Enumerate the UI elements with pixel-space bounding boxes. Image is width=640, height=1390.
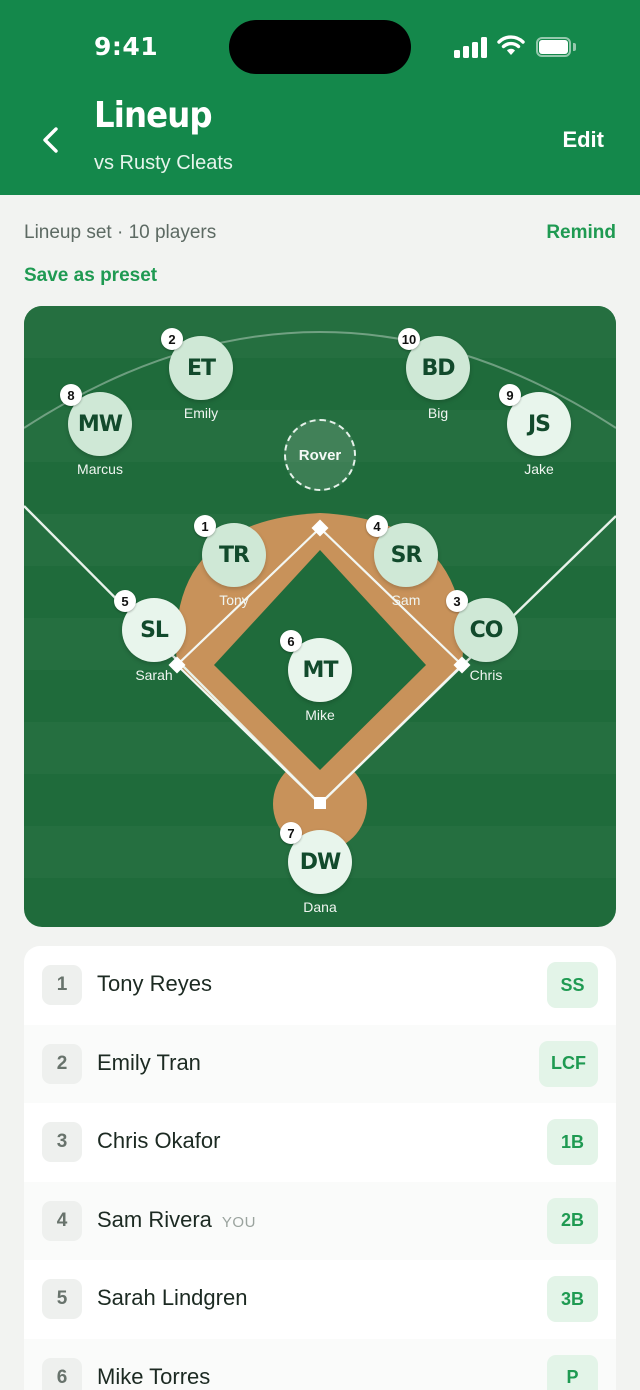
- position-badge: 2B: [547, 1197, 598, 1244]
- remind-button[interactable]: Remind: [546, 222, 616, 244]
- header: 9:41 Lineup vs Rusty Cleats Edit: [0, 0, 640, 195]
- edit-button[interactable]: Edit: [562, 127, 604, 153]
- batting-order-badge: 5: [114, 590, 136, 612]
- player-name: Jake: [524, 461, 554, 477]
- chevron-left-icon: [43, 127, 58, 153]
- player-name: Mike Torres: [97, 1363, 211, 1389]
- list-item[interactable]: 4 Sam Rivera YOU 2B: [24, 1181, 616, 1260]
- batting-order-badge: 1: [194, 515, 216, 537]
- player-name: Mike: [305, 707, 335, 723]
- you-tag: YOU: [221, 1213, 256, 1231]
- order-number: 3: [42, 1122, 82, 1162]
- player-name: Chris Okafor: [97, 1128, 221, 1153]
- player-name: Emily Tran: [97, 1049, 201, 1075]
- field-player[interactable]: MW 8 Marcus: [60, 384, 132, 477]
- dynamic-island: [229, 20, 411, 74]
- field-player[interactable]: ET 2 Emily: [161, 328, 233, 421]
- player-name: Sarah: [135, 667, 173, 683]
- opponent-subtitle: vs Rusty Cleats: [94, 152, 233, 174]
- player-name: Sarah Lindgren: [97, 1285, 248, 1310]
- order-number: 1: [42, 965, 82, 1005]
- batting-order-badge: 3: [446, 590, 468, 612]
- player-name: Big: [427, 405, 449, 421]
- field-player[interactable]: BD 10 Big: [398, 328, 470, 421]
- field-player[interactable]: TR 1 Tony: [194, 515, 266, 608]
- list-item[interactable]: 3 Chris Okafor 1B: [24, 1103, 616, 1182]
- player-name: Dana: [303, 899, 337, 915]
- save-preset-button[interactable]: Save as preset: [24, 265, 157, 287]
- batting-order-badge: 2: [161, 328, 183, 350]
- field-player[interactable]: SR 4 Sam: [366, 515, 438, 608]
- battery-icon: [536, 37, 576, 57]
- rover-spot[interactable]: Rover: [284, 419, 356, 491]
- field-player[interactable]: MT 6 Mike: [280, 630, 352, 723]
- position-badge: 3B: [547, 1276, 598, 1322]
- position-badge: 1B: [547, 1119, 598, 1165]
- list-item[interactable]: 2 Emily Tran LCF: [24, 1024, 616, 1103]
- batting-order-badge: 7: [280, 822, 302, 844]
- field-player[interactable]: DW 7 Dana: [280, 822, 352, 915]
- list-item[interactable]: 6 Mike Torres P: [24, 1338, 616, 1390]
- status-time: 9:41: [94, 32, 159, 61]
- field-diagram: Rover ET 2 Emily BD 10 Big MW 8 Marcus J…: [24, 306, 616, 927]
- list-item[interactable]: 1 Tony Reyes SS: [24, 946, 616, 1025]
- order-number: 4: [42, 1200, 82, 1241]
- order-number: 2: [42, 1043, 82, 1084]
- field-player[interactable]: SL 5 Sarah: [114, 590, 186, 683]
- page-title: Lineup: [94, 95, 213, 136]
- order-number: 5: [42, 1279, 82, 1319]
- batting-order-badge: 4: [366, 515, 388, 537]
- player-name: Tony Reyes: [97, 971, 212, 996]
- position-badge: P: [547, 1354, 598, 1390]
- player-name: Marcus: [77, 461, 123, 477]
- player-name: Tony: [219, 592, 249, 608]
- batting-order-list: 1 Tony Reyes SS 2 Emily Tran LCF 3 Chris…: [24, 946, 616, 1390]
- field-player[interactable]: CO 3 Chris: [446, 590, 518, 683]
- back-button[interactable]: [30, 118, 70, 162]
- position-badge: SS: [547, 962, 598, 1008]
- order-number: 6: [42, 1357, 82, 1390]
- player-name: Chris: [469, 667, 503, 683]
- position-badge: LCF: [539, 1040, 598, 1087]
- signal-icon: [454, 36, 488, 58]
- batting-order-badge: 8: [60, 384, 82, 406]
- batting-order-badge: 6: [280, 630, 302, 652]
- player-name: Emily: [183, 405, 219, 421]
- wifi-icon: [497, 35, 525, 55]
- list-item[interactable]: 5 Sarah Lindgren 3B: [24, 1260, 616, 1339]
- lineup-status: Lineup set · 10 players: [24, 222, 217, 243]
- batting-order-badge: 9: [499, 384, 521, 406]
- field-player[interactable]: JS 9 Jake: [499, 384, 571, 477]
- player-name: Sam Rivera: [97, 1206, 212, 1232]
- batting-order-badge: 10: [398, 328, 420, 350]
